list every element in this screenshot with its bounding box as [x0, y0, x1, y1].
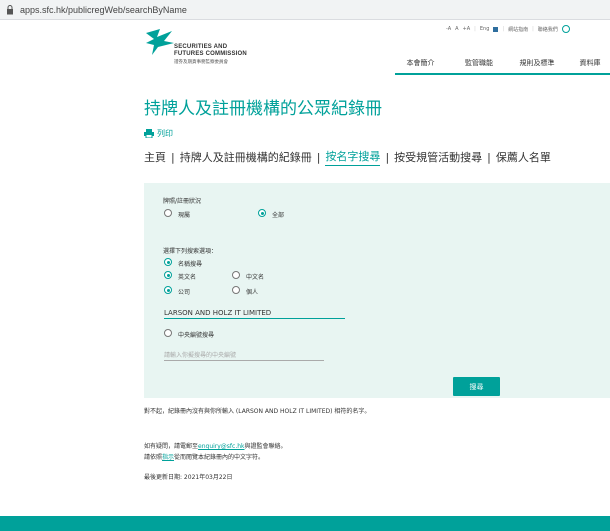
nav-gap	[504, 55, 512, 75]
logo-text-line3: 證券及期貨事務監察委員會	[174, 59, 228, 64]
divider: |	[502, 26, 505, 32]
nav-regulatory[interactable]: 監管職能	[454, 55, 504, 75]
instruction-text-before: 請依照	[144, 454, 163, 461]
nav-gap	[446, 55, 454, 75]
instruction-text-after: 從而閱覽本紀錄冊內的中文字符。	[174, 454, 265, 461]
enquiry-text-after: 與證監會聯絡。	[244, 443, 287, 450]
nav-rules[interactable]: 規則及標準	[512, 55, 562, 75]
by-name-radio[interactable]	[164, 258, 172, 266]
status-label: 牌照/註冊狀況	[163, 198, 202, 205]
status-current-radio[interactable]	[164, 209, 172, 217]
english-name-radio[interactable]	[164, 271, 172, 279]
instruction-link[interactable]: 指示	[162, 454, 174, 461]
tab-sponsor-list[interactable]: 保薦人名單	[496, 149, 551, 165]
no-result-notice: 對不起，紀錄冊內沒有與你所輸入 (LARSON AND HOLZ IT LIMI…	[144, 408, 371, 415]
breadcrumb-tabs: 主頁 | 持牌人及註冊機構的紀錄冊 | 按名字搜尋 | 按受規管活動搜尋 | 保…	[144, 148, 551, 166]
bird-logo-icon	[146, 29, 174, 55]
status-all-label: 全部	[272, 212, 285, 219]
sitemap-link[interactable]: 網站指南	[508, 26, 528, 33]
logo-text-line2: FUTURES COMMISSION	[174, 51, 247, 57]
search-button[interactable]: 搜尋	[453, 377, 500, 396]
divider: |	[316, 150, 321, 164]
lock-icon	[7, 4, 13, 14]
company-label: 公司	[178, 289, 191, 296]
contact-link[interactable]: 聯絡我們	[538, 26, 558, 33]
enquiry-text: 如有疑問，請電郵至enquiry@sfc.hk與證監會聯絡。 請依照指示從而閱覽…	[144, 441, 287, 463]
english-link[interactable]: Eng	[480, 26, 490, 32]
divider: |	[474, 26, 476, 32]
search-panel: 牌照/註冊狀況 現屬 全部 選擇下列搜索選項： 名稱搜尋 英文名 中文名 公司 …	[144, 183, 610, 398]
choose-options-label: 選擇下列搜索選項：	[163, 248, 218, 255]
logo-text-line1: SECURITIES AND	[174, 44, 228, 50]
print-label: 列印	[157, 129, 173, 138]
name-search-input[interactable]: LARSON AND HOLZ IT LIMITED	[164, 309, 345, 319]
flag-icon	[493, 26, 499, 32]
divider: |	[532, 26, 534, 32]
tab-register[interactable]: 持牌人及註冊機構的紀錄冊	[180, 149, 312, 165]
ce-number-label: 中央編號搜尋	[178, 332, 215, 339]
nav-gap	[562, 55, 570, 75]
search-circle-icon[interactable]	[561, 25, 570, 33]
english-name-label: 英文名	[178, 274, 197, 281]
font-smaller-link[interactable]: -A	[446, 26, 451, 32]
nav-about[interactable]: 本會簡介	[395, 55, 446, 75]
sfc-logo[interactable]: SECURITIES AND FUTURES COMMISSION 證券及期貨事…	[144, 27, 284, 71]
browser-url-bar[interactable]: apps.sfc.hk/publicregWeb/searchByName	[0, 0, 610, 20]
tab-home[interactable]: 主頁	[144, 149, 166, 165]
ce-number-input[interactable]: 請輸入你擬搜尋的中央編號	[164, 350, 324, 361]
individual-radio[interactable]	[232, 286, 240, 294]
main-nav: 本會簡介 監管職能 規則及標準 資料庫	[395, 55, 610, 75]
page-title: 持牌人及註冊機構的公眾紀錄冊	[144, 99, 382, 119]
footer-bar	[0, 516, 610, 531]
tab-search-by-activity[interactable]: 按受規管活動搜尋	[394, 149, 482, 165]
divider: |	[385, 150, 390, 164]
url-text: apps.sfc.hk/publicregWeb/searchByName	[20, 4, 187, 15]
nav-database[interactable]: 資料庫	[570, 55, 610, 75]
enquiry-email-link[interactable]: enquiry@sfc.hk	[198, 443, 245, 450]
company-radio[interactable]	[164, 286, 172, 294]
individual-label: 個人	[246, 289, 259, 296]
chinese-name-label: 中文名	[246, 274, 265, 281]
last-updated: 最後更新日期: 2021年03月22日	[144, 474, 233, 481]
enquiry-text-before: 如有疑問，請電郵至	[144, 443, 199, 450]
font-normal-link[interactable]: A	[455, 26, 458, 32]
font-larger-link[interactable]: +A	[463, 26, 471, 32]
utility-links: -A A +A | Eng | 網站指南 | 聯絡我們	[446, 24, 570, 34]
status-all-radio[interactable]	[258, 209, 266, 217]
print-link[interactable]: 列印	[144, 128, 173, 139]
divider: |	[171, 150, 175, 164]
tab-search-by-name[interactable]: 按名字搜尋	[325, 148, 381, 166]
chinese-name-radio[interactable]	[232, 271, 240, 279]
status-current-label: 現屬	[178, 212, 191, 219]
printer-icon	[144, 129, 154, 138]
ce-number-radio[interactable]	[164, 329, 172, 337]
divider: |	[487, 150, 491, 164]
by-name-label: 名稱搜尋	[178, 261, 203, 268]
